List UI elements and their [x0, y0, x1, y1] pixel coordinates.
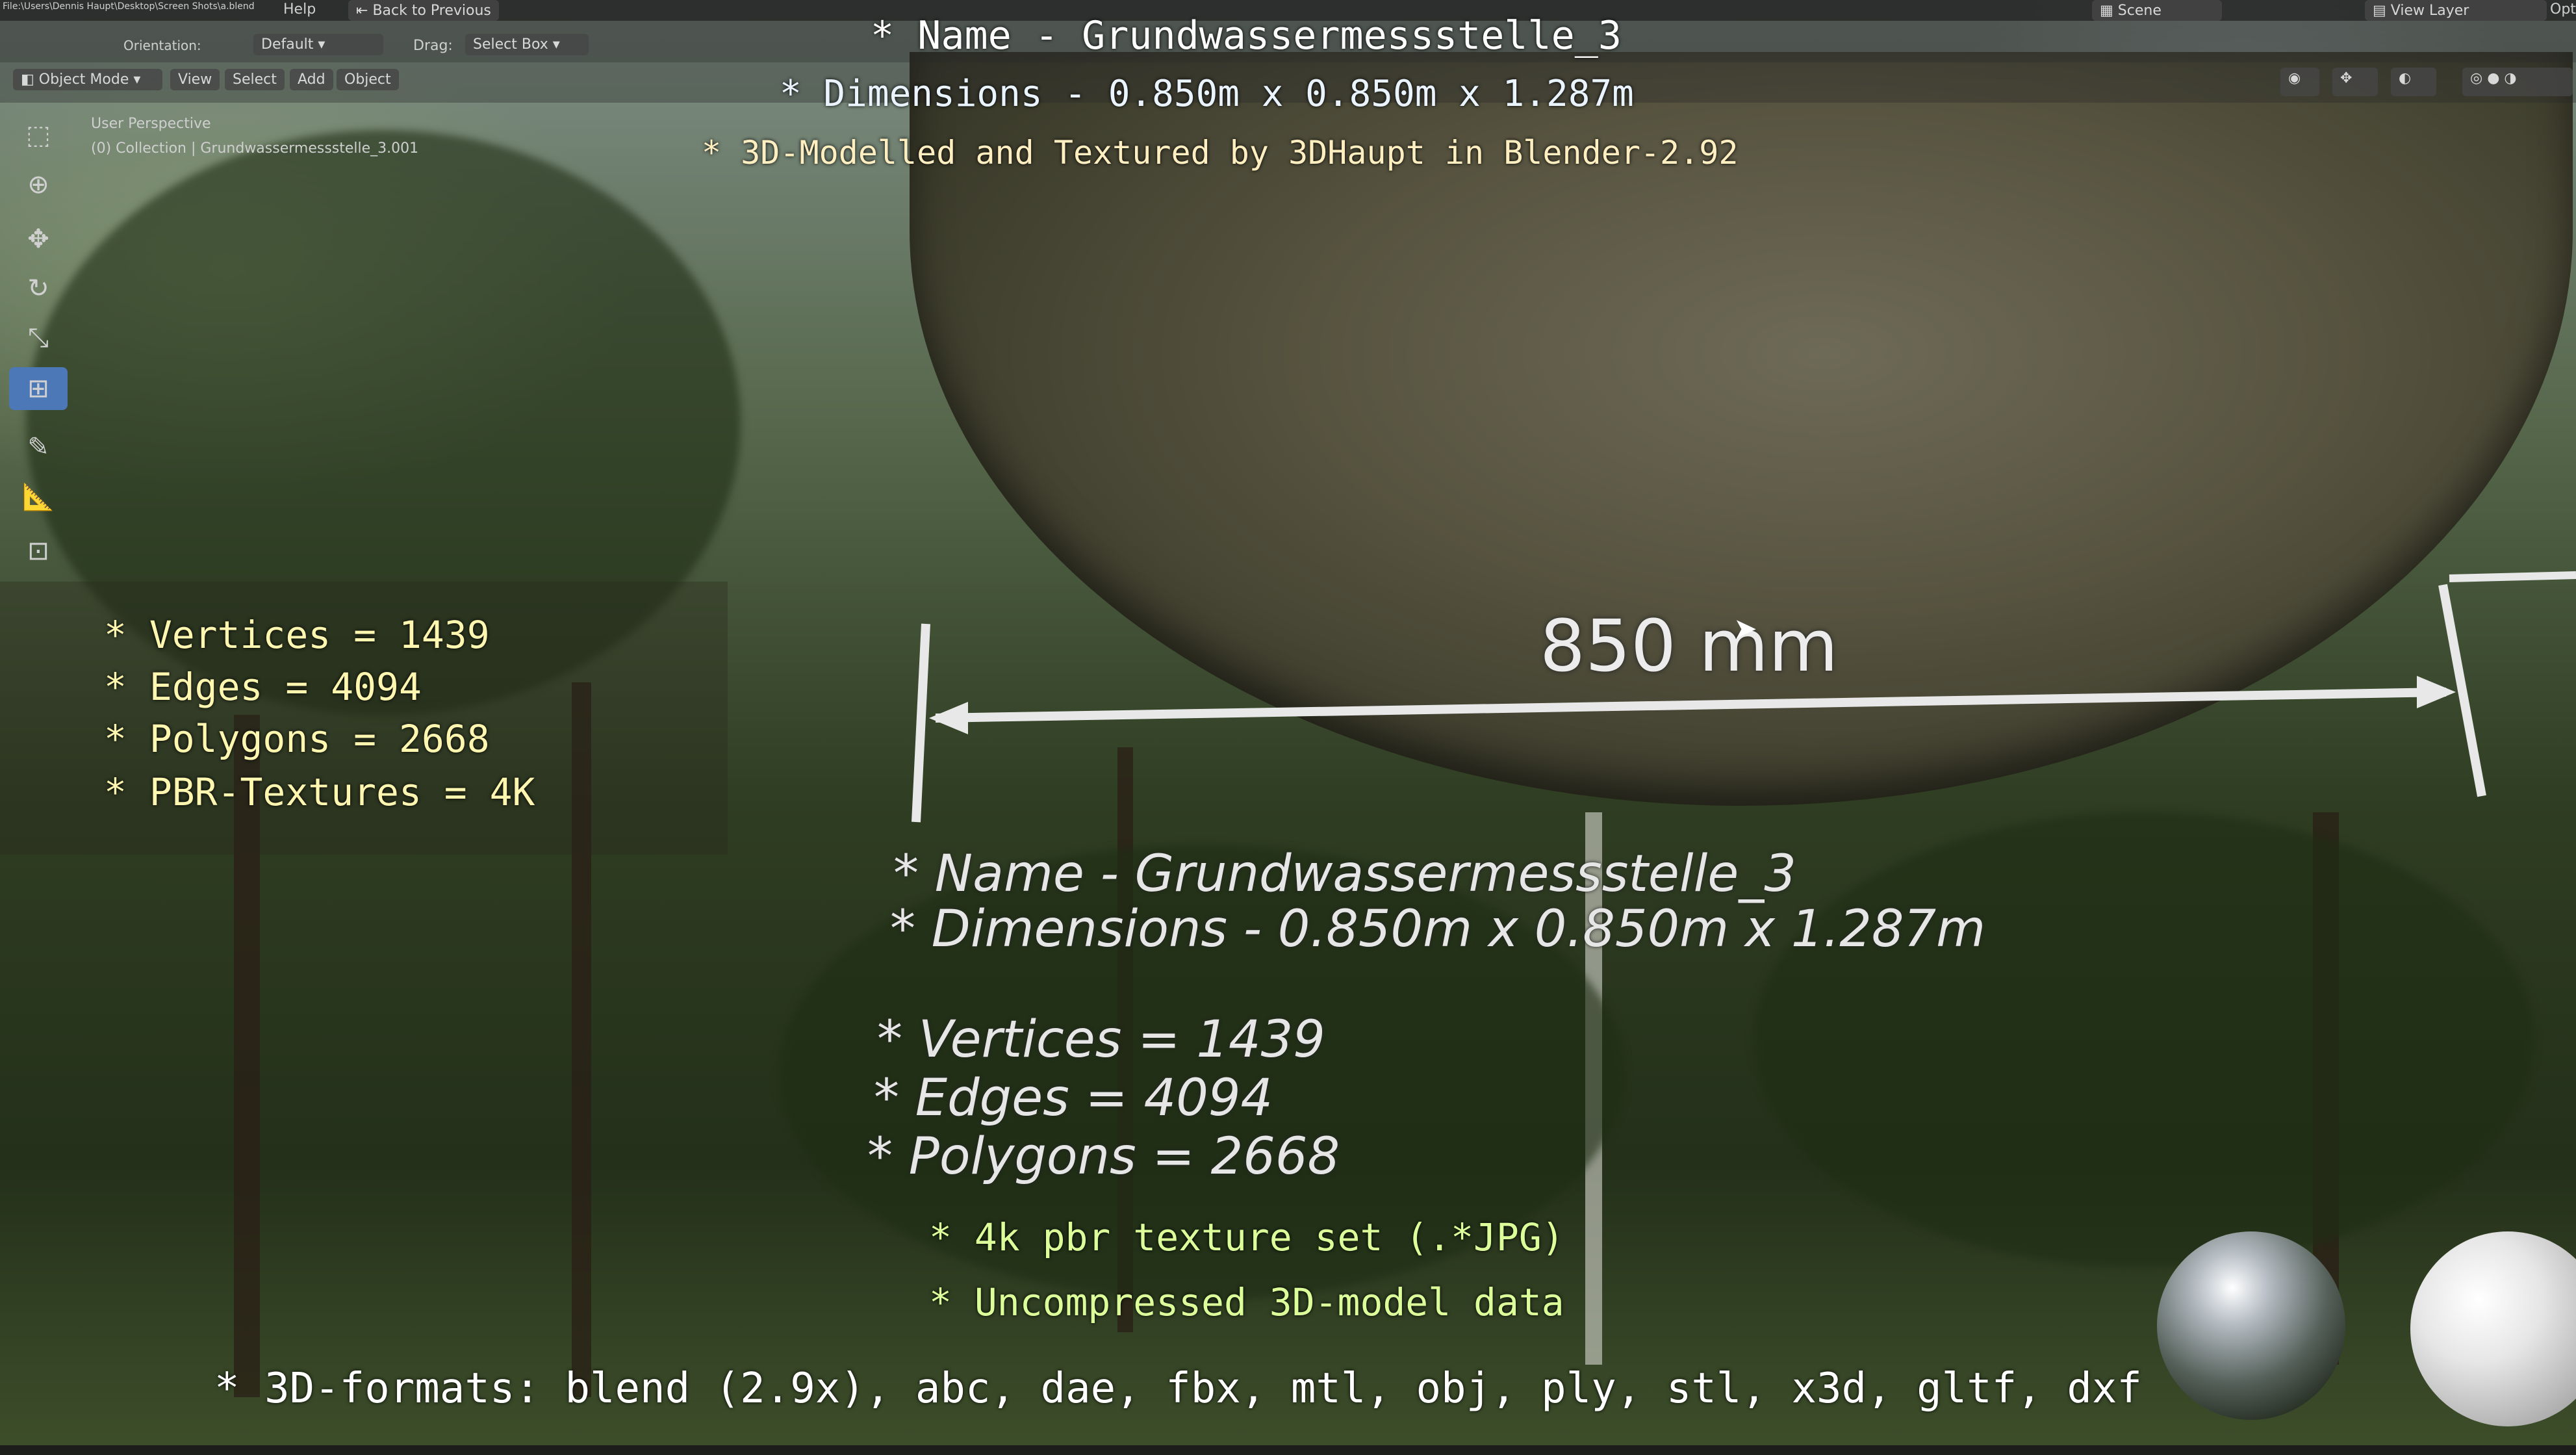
mouse-cursor-icon: ➤: [1733, 612, 1757, 645]
scene-name-text: * Name - Grundwassermessstelle_3: [893, 845, 1796, 903]
measure-line-2: [2449, 571, 2576, 582]
measurement-label: 850 mm: [1540, 604, 1839, 688]
measure-left-tick: [912, 623, 930, 823]
measure-arrow-left: [929, 702, 968, 734]
status-bar: [0, 1445, 2576, 1455]
scene-polygons-text: * Polygons = 2668: [867, 1127, 1340, 1186]
scene-vertices-text: * Vertices = 1439: [877, 1011, 1325, 1069]
formats-line: * 3D-formats: blend (2.9x), abc, dae, fb…: [214, 1365, 2142, 1413]
measure-line: [935, 688, 2447, 723]
scene-dimensions-text: * Dimensions - 0.850m x 0.850m x 1.287m: [890, 900, 1986, 959]
measure-arrow-right: [2417, 676, 2456, 708]
chrome-sphere: [2157, 1231, 2345, 1420]
uncompressed-feature: * Uncompressed 3D-model data: [929, 1280, 1564, 1324]
texture-set-feature: * 4k pbr texture set (.*JPG): [929, 1215, 1564, 1259]
scene-edges-text: * Edges = 4094: [874, 1069, 1273, 1127]
